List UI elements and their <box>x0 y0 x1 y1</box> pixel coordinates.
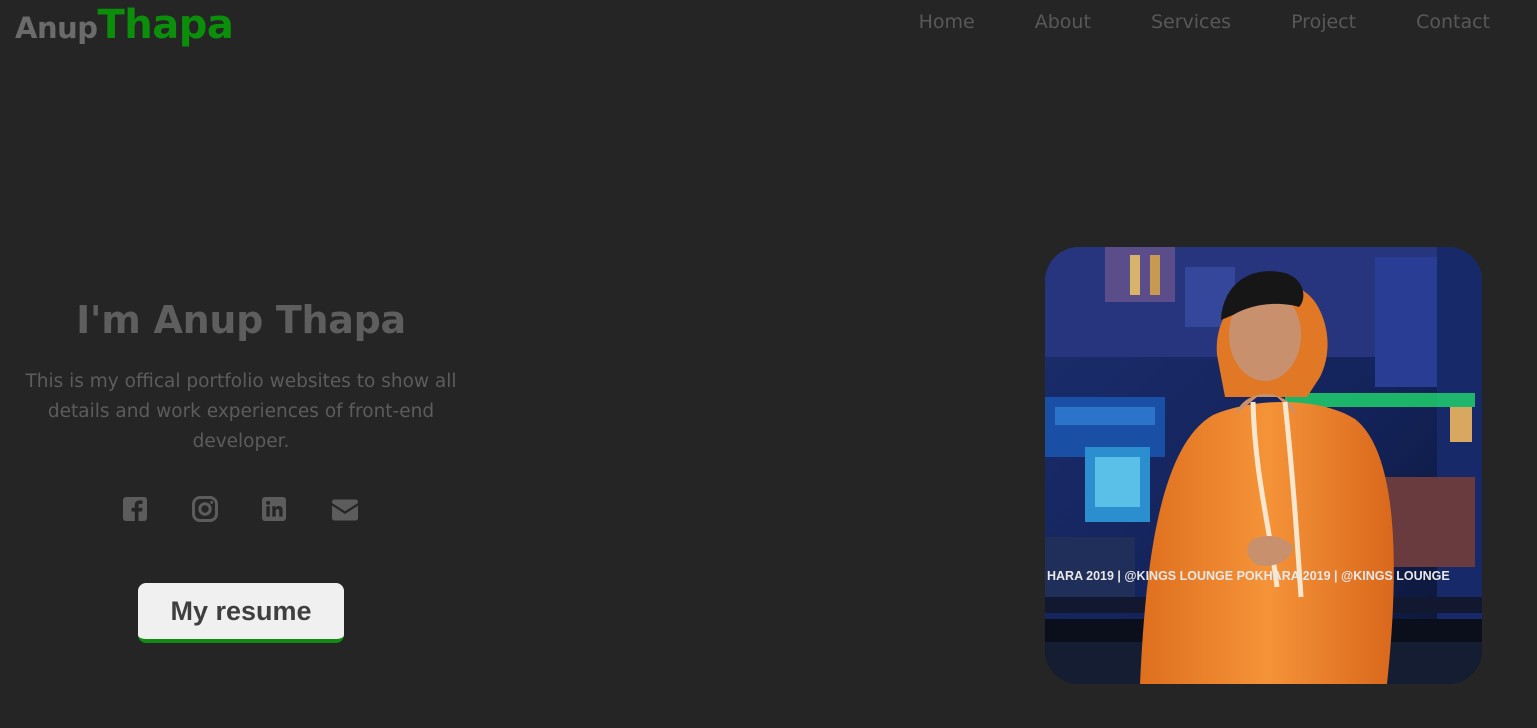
nav-contact[interactable]: Contact <box>1416 11 1490 33</box>
facebook-icon[interactable] <box>120 494 150 524</box>
instagram-icon[interactable] <box>190 494 220 524</box>
nav-project[interactable]: Project <box>1291 11 1356 33</box>
envelope-icon[interactable] <box>330 494 360 524</box>
logo-first-name: Anup <box>15 11 98 45</box>
nav-home[interactable]: Home <box>919 11 975 33</box>
logo[interactable]: Anup Thapa <box>15 2 234 48</box>
resume-button[interactable]: My resume <box>138 583 344 643</box>
logo-last-name: Thapa <box>97 2 234 48</box>
navbar: Anup Thapa Home About Services Project Co… <box>0 0 1537 50</box>
nav-services[interactable]: Services <box>1151 11 1231 33</box>
linkedin-icon[interactable] <box>259 494 289 524</box>
social-links <box>120 494 365 526</box>
nav-about[interactable]: About <box>1035 11 1091 33</box>
hero-intro: I'm Anup Thapa This is my offical portfo… <box>20 295 462 457</box>
hero-title: I'm Anup Thapa <box>76 298 406 342</box>
nav-links: Home About Services Project Contact <box>919 11 1490 33</box>
hero-description: This is my offical portfolio websites to… <box>25 371 457 452</box>
photo-caption: HARA 2019 | @KINGS LOUNGE POKHARA 2019 |… <box>1047 569 1450 583</box>
profile-photo: HARA 2019 | @KINGS LOUNGE POKHARA 2019 |… <box>1045 247 1482 684</box>
